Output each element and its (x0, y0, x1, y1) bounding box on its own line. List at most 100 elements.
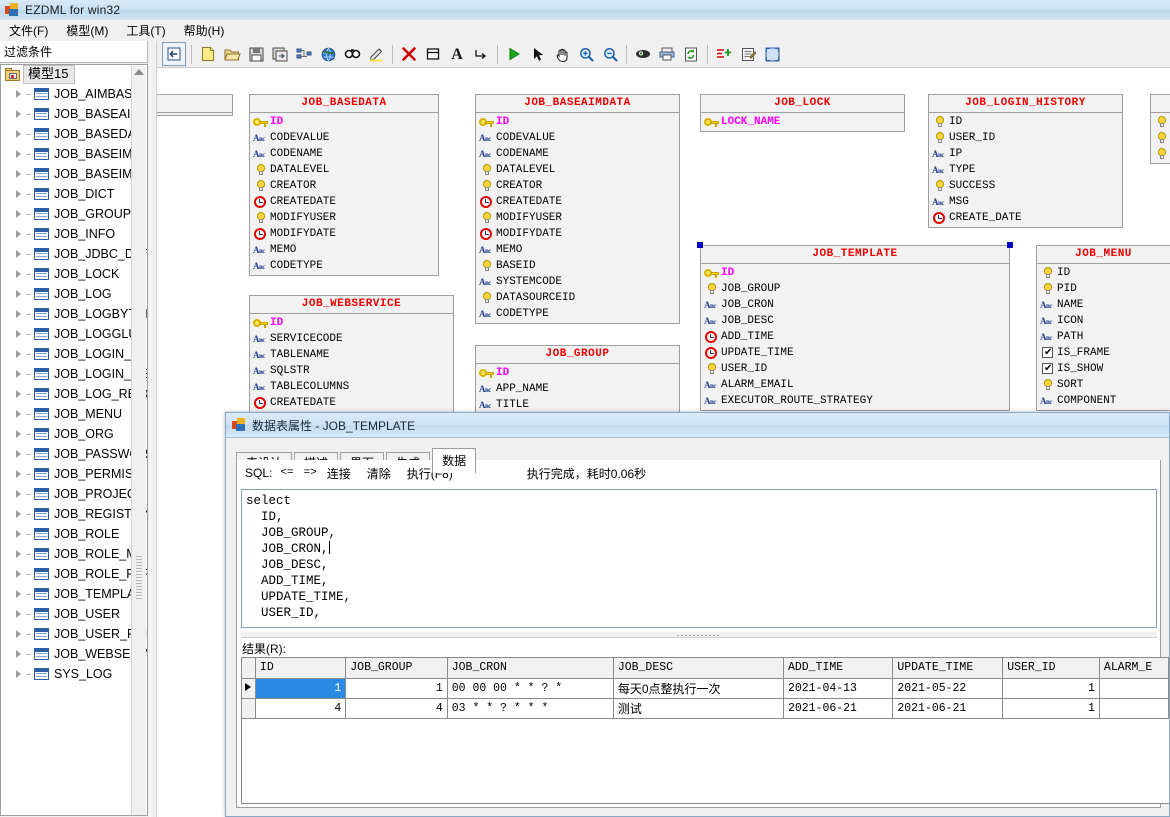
expand-arrow-icon[interactable] (15, 89, 24, 99)
tree-scrollbar[interactable] (131, 66, 146, 815)
er-field[interactable]: MODIFYDATE (476, 226, 679, 242)
sql-prev-button[interactable]: <= (280, 467, 293, 479)
er-field[interactable]: Aвc MSG (929, 194, 1122, 210)
expand-arrow-icon[interactable] (15, 589, 24, 599)
er-field[interactable]: ✔ IS_FRAME (1037, 345, 1170, 361)
sort-icon[interactable] (713, 43, 735, 65)
er-field[interactable]: CREATEDATE (250, 194, 438, 210)
expand-arrow-icon[interactable] (15, 189, 24, 199)
find-icon[interactable] (341, 43, 363, 65)
tree-item-job_aimbasei[interactable]: JOB_AIMBASEI (1, 84, 147, 104)
er-field[interactable]: CREATEDATE (476, 194, 679, 210)
table-cell[interactable]: 1 (1002, 678, 1100, 699)
add-table-icon[interactable] (422, 43, 444, 65)
er-field[interactable]: USER_ID (929, 130, 1122, 146)
properties-icon[interactable] (737, 43, 759, 65)
expand-arrow-icon[interactable] (15, 429, 24, 439)
selection-handle[interactable] (697, 242, 703, 248)
table-cell[interactable] (1099, 678, 1169, 699)
save-all-icon[interactable] (269, 43, 291, 65)
er-field[interactable]: Aвc MEMO (476, 242, 679, 258)
tree-item-job_login_hi[interactable]: JOB_LOGIN_HI (1, 344, 147, 364)
tree-item-job_jdbc_dat[interactable]: JOB_JDBC_DAT (1, 244, 147, 264)
expand-arrow-icon[interactable] (15, 529, 24, 539)
er-table-job_menu[interactable]: JOB_MENU ID PID Aвc NAME Aвc ICON Aвc PATH ✔ IS_FR… (1036, 245, 1170, 411)
er-field[interactable]: Aвc CODENAME (250, 146, 438, 162)
expand-arrow-icon[interactable] (15, 329, 24, 339)
table-cell[interactable] (1099, 698, 1169, 719)
menu-model[interactable]: 模型(M) (57, 20, 117, 41)
connect-button[interactable]: 连接 (327, 465, 351, 482)
er-field[interactable]: LOCK_NAME (701, 114, 904, 130)
model-tree[interactable]: 模型15 JOB_AIMBASEI JOB_BASEAIMI JOB_BASEDAT… (0, 64, 148, 816)
fit-icon[interactable] (761, 43, 783, 65)
selection-handle[interactable] (1007, 242, 1013, 248)
er-table-job_lock[interactable]: JOB_LOCK LOCK_NAME (700, 94, 905, 132)
tree-item-job_info[interactable]: JOB_INFO (1, 224, 147, 244)
tree-item-job_org[interactable]: JOB_ORG (1, 424, 147, 444)
er-table-partial-9[interactable] (157, 94, 233, 116)
expand-arrow-icon[interactable] (15, 349, 24, 359)
expand-arrow-icon[interactable] (15, 409, 24, 419)
add-relation-icon[interactable] (470, 43, 492, 65)
er-field[interactable]: SORT (1037, 377, 1170, 393)
tree-item-job_baseimpi[interactable]: JOB_BASEIMPI (1, 164, 147, 184)
er-field[interactable]: Aвc TITLE (476, 397, 679, 413)
er-field[interactable]: Aвc TYPE (929, 162, 1122, 178)
er-field[interactable]: Aвc CODETYPE (476, 306, 679, 322)
column-header[interactable]: JOB_CRON (447, 658, 614, 679)
pan-hand-icon[interactable] (551, 43, 573, 65)
er-table-job_basedata[interactable]: JOB_BASEDATA ID Aвc CODEVALUE Aвc CODENAME DAT… (249, 94, 439, 276)
tree-item-job_login_se[interactable]: JOB_LOGIN_SE (1, 364, 147, 384)
expand-arrow-icon[interactable] (15, 289, 24, 299)
expand-arrow-icon[interactable] (15, 269, 24, 279)
sql-next-button[interactable]: => (304, 467, 317, 479)
er-table-job_template[interactable]: JOB_TEMPLATE ID JOB_GROUP Aвc JOB_CRON Aвc JOB… (700, 245, 1010, 411)
er-field[interactable]: ID (1037, 265, 1170, 281)
tree-item-job_templati[interactable]: JOB_TEMPLATI (1, 584, 147, 604)
table-cell[interactable]: 2021-04-13 (783, 678, 894, 699)
scroll-up-arrow-icon[interactable] (134, 69, 144, 75)
expand-arrow-icon[interactable] (15, 669, 24, 679)
expand-arrow-icon[interactable] (15, 489, 24, 499)
er-field[interactable]: CREATE_DATE (929, 210, 1122, 226)
tab-数据[interactable]: 数据 (432, 448, 477, 473)
er-field[interactable]: Aвc TABLENAME (250, 347, 453, 363)
er-field[interactable]: Aвc NAME (1037, 297, 1170, 313)
column-header[interactable]: USER_ID (1002, 658, 1100, 679)
er-field[interactable]: ID (250, 315, 453, 331)
expand-arrow-icon[interactable] (15, 469, 24, 479)
expand-arrow-icon[interactable] (15, 449, 24, 459)
expand-arrow-icon[interactable] (15, 549, 24, 559)
er-field[interactable]: ID (250, 114, 438, 130)
table-cell[interactable]: 每天0点整执行一次 (613, 678, 784, 699)
tree-item-job_role_per[interactable]: JOB_ROLE_PER (1, 564, 147, 584)
tree-item-job_user[interactable]: JOB_USER (1, 604, 147, 624)
menu-tools[interactable]: 工具(T) (117, 20, 174, 41)
select-pointer-icon[interactable] (527, 43, 549, 65)
er-field[interactable]: Aвc ALARM_EMAIL (701, 377, 1009, 393)
table-cell[interactable]: 测试 (613, 698, 784, 719)
horizontal-splitter[interactable] (241, 631, 1157, 638)
table-cell[interactable]: 03 * * ? * * * (447, 698, 614, 719)
er-field[interactable] (1151, 114, 1170, 130)
results-grid[interactable]: ID JOB_GROUP JOB_CRON JOB_DESC ADD_TIME UPDAT… (241, 657, 1169, 804)
tree-item-job_webserv[interactable]: JOB_WEBSERV (1, 644, 147, 664)
tree-item-job_permissi[interactable]: JOB_PERMISSI (1, 464, 147, 484)
er-table-job_webservice[interactable]: JOB_WEBSERVICE ID Aвc SERVICECODE Aвc TABLENA… (249, 295, 454, 413)
table-cell[interactable]: 1 (345, 678, 448, 699)
table-cell[interactable]: 00 00 00 * * ? * (447, 678, 614, 699)
er-field[interactable]: Aвc MEMO (250, 242, 438, 258)
expand-arrow-icon[interactable] (15, 229, 24, 239)
er-field[interactable]: MODIFYUSER (476, 210, 679, 226)
tree-item-job_passwor[interactable]: JOB_PASSWOR (1, 444, 147, 464)
er-field[interactable]: Aвc IP (929, 146, 1122, 162)
column-header[interactable]: UPDATE_TIME (892, 658, 1004, 679)
preview-icon[interactable] (632, 43, 654, 65)
table-cell[interactable]: 2021-06-21 (892, 698, 1004, 719)
er-field[interactable]: Aвc SERVICECODE (250, 331, 453, 347)
er-field[interactable]: Aвc PATH (1037, 329, 1170, 345)
save-icon[interactable] (245, 43, 267, 65)
er-field[interactable]: Aвc CODEVALUE (476, 130, 679, 146)
er-field[interactable]: MODIFYDATE (250, 226, 438, 242)
